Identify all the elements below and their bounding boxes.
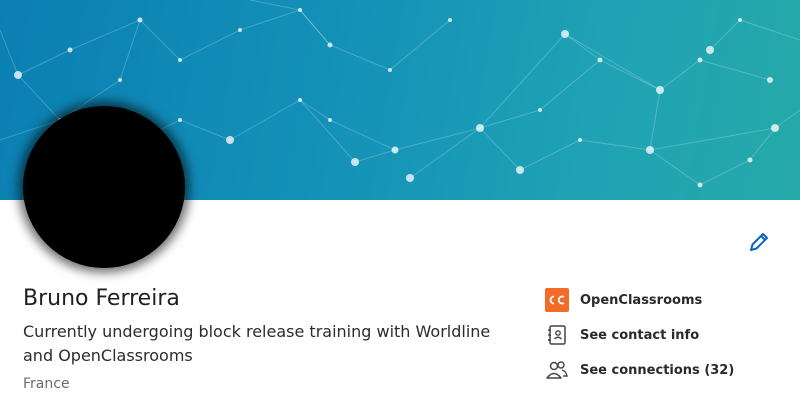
contact-card-icon <box>548 325 566 345</box>
profile-avatar[interactable] <box>23 106 185 268</box>
company-link[interactable]: OpenClassrooms <box>544 288 784 312</box>
pencil-icon <box>750 233 768 251</box>
openclassrooms-logo <box>545 288 569 312</box>
profile-side-links: OpenClassrooms See contact info See conn… <box>544 288 784 393</box>
contact-info-link[interactable]: See contact info <box>544 323 784 347</box>
contact-info-label: See contact info <box>580 327 700 343</box>
profile-headline: Currently undergoing block release train… <box>23 322 491 365</box>
company-name: OpenClassrooms <box>580 292 703 308</box>
profile-name: Bruno Ferreira <box>23 286 180 311</box>
edit-profile-button[interactable] <box>746 229 772 255</box>
profile-card: Bruno Ferreira Currently undergoing bloc… <box>0 0 800 400</box>
profile-location: France <box>23 376 70 392</box>
connections-label: See connections (32) <box>580 362 735 378</box>
connections-link[interactable]: See connections (32) <box>544 358 784 382</box>
people-icon <box>546 361 568 379</box>
